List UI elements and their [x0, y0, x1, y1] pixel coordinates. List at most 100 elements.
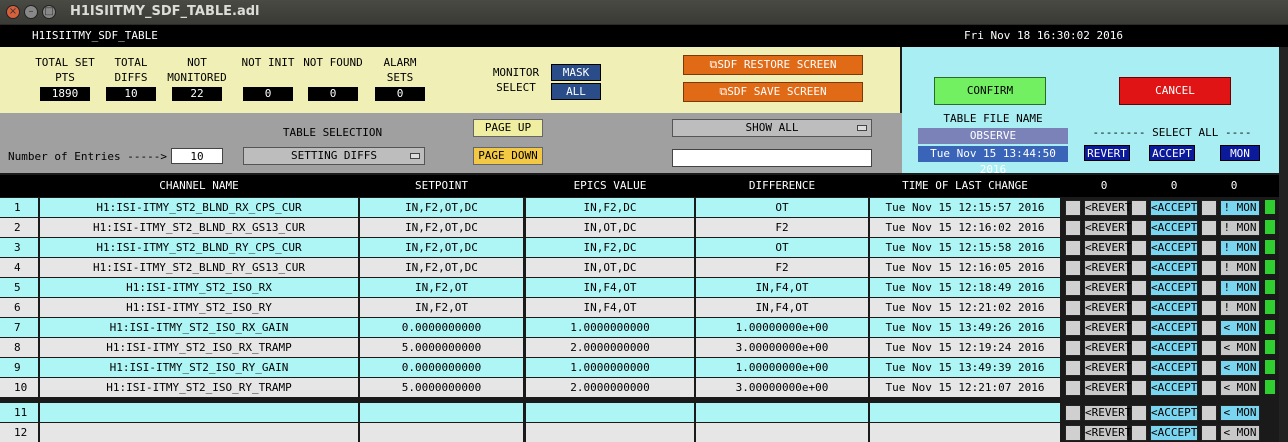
accept-checkbox[interactable] [1131, 405, 1147, 421]
mon-checkbox[interactable] [1201, 340, 1217, 356]
revert-all-button[interactable]: REVERT [1084, 145, 1130, 161]
accept-checkbox[interactable] [1131, 340, 1147, 356]
revert-button[interactable]: <REVERT [1084, 405, 1131, 421]
accept-button[interactable]: <ACCEPT [1150, 280, 1198, 296]
revert-checkbox[interactable] [1065, 360, 1081, 376]
revert-checkbox[interactable] [1065, 280, 1081, 296]
mon-button[interactable]: < MON [1220, 405, 1260, 421]
mon-button[interactable]: ! MON [1220, 240, 1260, 256]
revert-checkbox[interactable] [1065, 300, 1081, 316]
accept-button[interactable]: <ACCEPT [1150, 200, 1198, 216]
revert-button[interactable]: <REVERT [1084, 200, 1131, 216]
show-all-dropdown[interactable]: SHOW ALL [672, 119, 872, 137]
mon-button[interactable]: ! MON [1220, 200, 1260, 216]
accept-button[interactable]: <ACCEPT [1150, 360, 1198, 376]
cell-time: Tue Nov 15 13:49:39 2016 [870, 358, 1060, 377]
revert-checkbox[interactable] [1065, 200, 1081, 216]
cell-setpoint: IN,F2,OT [360, 278, 523, 297]
revert-button[interactable]: <REVERT [1084, 360, 1131, 376]
revert-button[interactable]: <REVERT [1084, 280, 1131, 296]
scrollbar[interactable] [1279, 47, 1288, 442]
revert-button[interactable]: <REVERT [1084, 220, 1131, 236]
revert-button[interactable]: <REVERT [1084, 380, 1131, 396]
monitor-all-button[interactable]: ALL [551, 83, 601, 100]
revert-button[interactable]: <REVERT [1084, 320, 1131, 336]
mon-checkbox[interactable] [1201, 360, 1217, 376]
mon-checkbox[interactable] [1201, 380, 1217, 396]
cancel-button[interactable]: CANCEL [1119, 77, 1231, 105]
mon-checkbox[interactable] [1201, 300, 1217, 316]
accept-all-button[interactable]: ACCEPT [1149, 145, 1195, 161]
accept-button[interactable]: <ACCEPT [1150, 220, 1198, 236]
revert-button[interactable]: <REVERT [1084, 240, 1131, 256]
revert-checkbox[interactable] [1065, 425, 1081, 441]
accept-button[interactable]: <ACCEPT [1150, 320, 1198, 336]
mon-button[interactable]: < MON [1220, 340, 1260, 356]
mon-checkbox[interactable] [1201, 320, 1217, 336]
mon-checkbox[interactable] [1201, 405, 1217, 421]
accept-checkbox[interactable] [1131, 280, 1147, 296]
confirm-button[interactable]: CONFIRM [934, 77, 1046, 105]
accept-checkbox[interactable] [1131, 220, 1147, 236]
mon-checkbox[interactable] [1201, 220, 1217, 236]
revert-checkbox[interactable] [1065, 380, 1081, 396]
sdf-restore-screen-button[interactable]: ⧉SDF RESTORE SCREEN [683, 55, 863, 75]
page-up-button[interactable]: PAGE UP [473, 119, 543, 137]
sdf-save-screen-button[interactable]: ⧉SDF SAVE SCREEN [683, 82, 863, 102]
close-icon[interactable]: × [6, 5, 20, 19]
accept-checkbox[interactable] [1131, 200, 1147, 216]
mon-button[interactable]: < MON [1220, 360, 1260, 376]
revert-checkbox[interactable] [1065, 260, 1081, 276]
mon-checkbox[interactable] [1201, 260, 1217, 276]
accept-checkbox[interactable] [1131, 260, 1147, 276]
filter-input[interactable] [672, 149, 872, 167]
mask-button[interactable]: MASK [551, 64, 601, 81]
header-bar: H1ISIITMY_SDF_TABLE Fri Nov 18 16:30:02 … [0, 25, 1288, 47]
table-selection-dropdown[interactable]: SETTING DIFFS [243, 147, 425, 165]
revert-button[interactable]: <REVERT [1084, 340, 1131, 356]
cell-setpoint: IN,F2,OT,DC [360, 198, 523, 217]
revert-button[interactable]: <REVERT [1084, 425, 1131, 441]
revert-checkbox[interactable] [1065, 405, 1081, 421]
mon-checkbox[interactable] [1201, 200, 1217, 216]
maximize-icon[interactable]: □ [42, 5, 56, 19]
revert-checkbox[interactable] [1065, 240, 1081, 256]
accept-checkbox[interactable] [1131, 320, 1147, 336]
mon-checkbox[interactable] [1201, 280, 1217, 296]
mon-all-button[interactable]: MON [1220, 145, 1260, 161]
revert-checkbox[interactable] [1065, 220, 1081, 236]
accept-button[interactable]: <ACCEPT [1150, 380, 1198, 396]
accept-checkbox[interactable] [1131, 380, 1147, 396]
revert-checkbox[interactable] [1065, 340, 1081, 356]
accept-button[interactable]: <ACCEPT [1150, 340, 1198, 356]
revert-button[interactable]: <REVERT [1084, 260, 1131, 276]
accept-checkbox[interactable] [1131, 240, 1147, 256]
revert-button[interactable]: <REVERT [1084, 300, 1131, 316]
minimize-icon[interactable]: – [24, 5, 38, 19]
page-down-button[interactable]: PAGE DOWN [473, 147, 543, 165]
mon-button[interactable]: < MON [1220, 425, 1260, 441]
mon-button[interactable]: ! MON [1220, 280, 1260, 296]
mon-button[interactable]: < MON [1220, 380, 1260, 396]
accept-button[interactable]: <ACCEPT [1150, 405, 1198, 421]
accept-checkbox[interactable] [1131, 360, 1147, 376]
mon-button[interactable]: ! MON [1220, 220, 1260, 236]
accept-checkbox[interactable] [1131, 425, 1147, 441]
cell-time [870, 403, 1060, 422]
stat-value: 22 [172, 87, 222, 101]
mon-button[interactable]: ! MON [1220, 260, 1260, 276]
cell-difference: 1.00000000e+00 [696, 358, 868, 377]
mon-checkbox[interactable] [1201, 240, 1217, 256]
status-led [1265, 320, 1275, 334]
accept-button[interactable]: <ACCEPT [1150, 240, 1198, 256]
accept-button[interactable]: <ACCEPT [1150, 260, 1198, 276]
table-file-name: OBSERVE [918, 128, 1068, 144]
revert-checkbox[interactable] [1065, 320, 1081, 336]
mon-checkbox[interactable] [1201, 425, 1217, 441]
mon-button[interactable]: ! MON [1220, 300, 1260, 316]
accept-button[interactable]: <ACCEPT [1150, 425, 1198, 441]
accept-button[interactable]: <ACCEPT [1150, 300, 1198, 316]
mon-button[interactable]: < MON [1220, 320, 1260, 336]
accept-checkbox[interactable] [1131, 300, 1147, 316]
cell-epics: IN,F4,OT [526, 298, 694, 317]
